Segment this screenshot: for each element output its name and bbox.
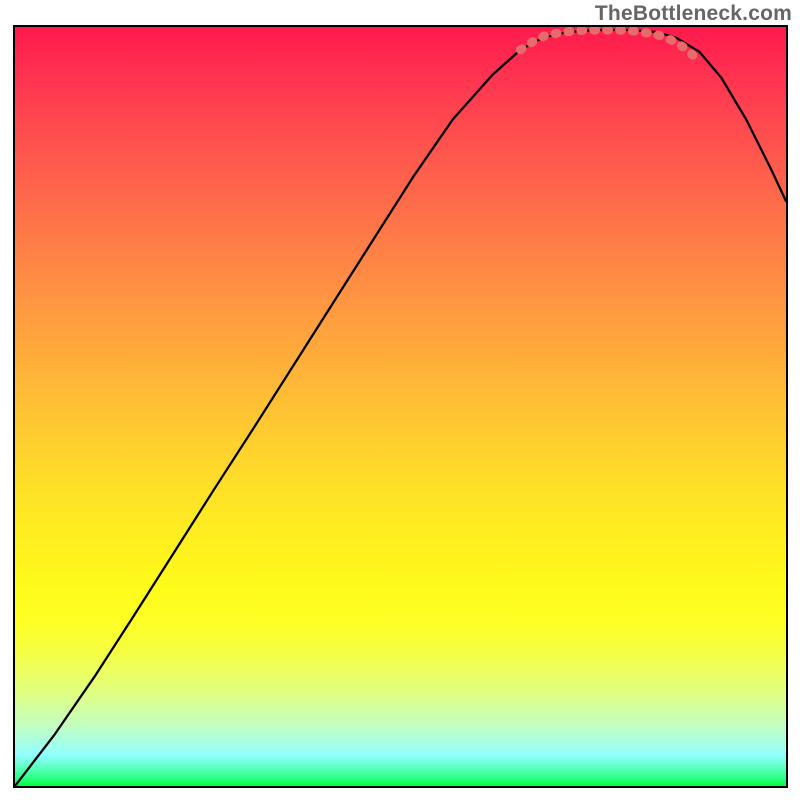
main-curve bbox=[15, 30, 786, 786]
chart-container: TheBottleneck.com bbox=[0, 0, 800, 800]
highlight-band bbox=[520, 30, 699, 62]
curve-layer bbox=[15, 27, 786, 786]
plot-area bbox=[13, 25, 788, 788]
watermark-text: TheBottleneck.com bbox=[595, 2, 792, 26]
